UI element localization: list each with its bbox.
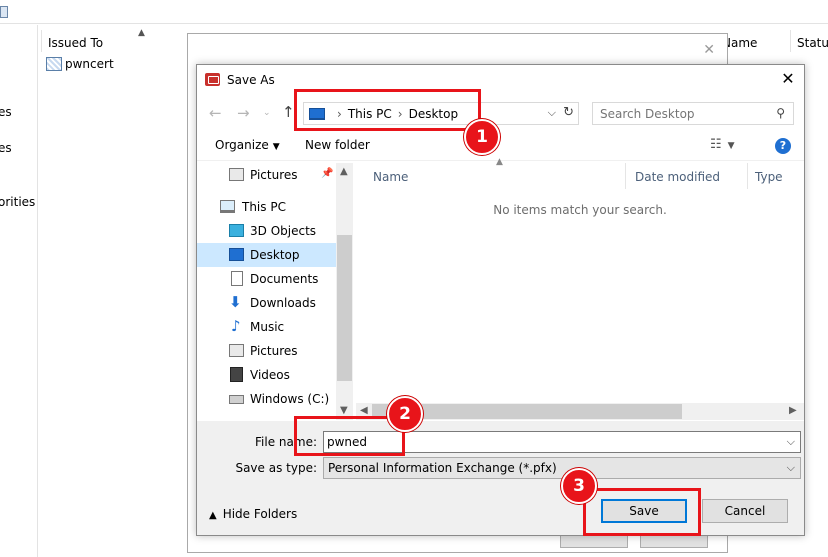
highlight-box-save (583, 488, 701, 536)
close-button[interactable]: ✕ (778, 69, 798, 89)
back-arrow-icon[interactable]: ← (209, 104, 222, 122)
chevron-down-icon[interactable]: ⌵ (787, 435, 795, 449)
console-toolbar (0, 0, 828, 24)
nav-item-this-pc[interactable]: This PC (197, 195, 336, 219)
nav-item-windows-c[interactable]: Windows (C:) (197, 387, 336, 411)
nav-item-documents[interactable]: Documents (197, 267, 336, 291)
scroll-up-icon[interactable]: ▲ (340, 166, 348, 177)
view-options-button[interactable]: ☷ ▼ (710, 137, 735, 152)
save-as-dialog: Save As ✕ ← → ⌄ ↑ › This PC › Desktop ⌵ … (196, 64, 805, 536)
chevron-up-icon: ▲ (209, 510, 217, 521)
scroll-left-icon[interactable]: ◀ (360, 405, 368, 416)
documents-icon (231, 271, 243, 286)
navigation-pane-scrollbar[interactable]: ▲ ▼ (336, 163, 353, 420)
this-pc-icon (220, 200, 235, 213)
details-view-icon: ☷ (710, 137, 722, 152)
music-icon: ♪ (231, 317, 241, 335)
console-toolbar-icon[interactable] (0, 6, 8, 18)
column-header-status[interactable]: Status (797, 36, 828, 50)
nav-item-desktop[interactable]: Desktop (197, 243, 336, 267)
nav-item-music[interactable]: ♪ Music (197, 315, 336, 339)
chevron-down-icon[interactable]: ⌵ (548, 106, 556, 120)
save-as-type-select[interactable]: Personal Information Exchange (*.pfx) ⌵ (323, 457, 801, 479)
step-badge-2: 2 (387, 396, 423, 432)
cancel-button[interactable]: Cancel (702, 499, 788, 523)
navigation-pane: Pictures 📌 This PC 3D Objects Desktop Do… (197, 163, 354, 420)
caret-down-icon: ▼ (272, 142, 280, 152)
videos-icon (230, 367, 243, 382)
column-header-issued-to[interactable]: Issued To (48, 36, 103, 50)
drive-icon (229, 395, 244, 404)
column-header-type[interactable]: Type (738, 163, 798, 189)
nav-item-3d-objects[interactable]: 3D Objects (197, 219, 336, 243)
nav-item-label: This PC (242, 200, 286, 214)
certificate-row[interactable]: pwncert (46, 55, 114, 73)
file-list: Name ▲ Date modified Type No items match… (356, 157, 804, 403)
nav-item-pictures-quick[interactable]: Pictures 📌 (197, 163, 336, 187)
column-separator (790, 30, 791, 52)
pin-icon[interactable]: 📌 (321, 168, 333, 179)
navigation-bar: ← → ⌄ ↑ › This PC › Desktop ⌵ ↻ ⚲ (197, 97, 804, 129)
highlight-box-address (294, 89, 481, 131)
scroll-down-icon[interactable]: ▼ (340, 405, 348, 416)
refresh-icon[interactable]: ↻ (563, 105, 574, 120)
search-box[interactable]: ⚲ (592, 102, 794, 125)
hide-folders-button[interactable]: ▲ Hide Folders (209, 507, 297, 521)
scrollbar-thumb[interactable] (337, 235, 352, 381)
pictures-icon (229, 344, 244, 357)
nav-item-label: Documents (250, 272, 319, 286)
help-icon[interactable]: ? (775, 138, 791, 154)
file-list-horizontal-scrollbar[interactable]: ◀ ▶ (356, 403, 804, 420)
organize-menu[interactable]: Organize ▼ (215, 138, 280, 152)
close-icon: ✕ (781, 69, 795, 88)
nav-item-label: 3D Objects (250, 224, 317, 238)
sort-caret-icon: ▲ (138, 28, 145, 38)
desktop-icon (229, 248, 244, 261)
certificate-icon (46, 57, 62, 71)
save-form: File name: ⌵ Save as type: Personal Info… (197, 421, 804, 535)
close-icon[interactable]: ✕ (703, 42, 715, 58)
caret-down-icon: ▼ (727, 141, 735, 151)
nav-item-label: Videos (250, 368, 290, 382)
new-folder-button[interactable]: New folder (305, 138, 370, 152)
search-icon[interactable]: ⚲ (776, 106, 785, 120)
sort-caret-icon: ▲ (496, 157, 503, 167)
nav-item-label: Windows (C:) (250, 392, 330, 406)
tree-item-fragment[interactable]: es (0, 141, 12, 155)
save-as-type-value: Personal Information Exchange (*.pfx) (328, 461, 557, 475)
3d-objects-icon (229, 224, 244, 237)
nav-item-label: Desktop (250, 248, 300, 262)
scroll-right-icon[interactable]: ▶ (789, 405, 797, 416)
up-arrow-icon[interactable]: ↑ (282, 103, 295, 121)
nav-item-pictures[interactable]: Pictures (197, 339, 336, 363)
nav-item-videos[interactable]: Videos (197, 363, 336, 387)
dialog-title: Save As (227, 73, 275, 87)
save-as-type-label: Save as type: (235, 461, 317, 475)
nav-item-label: Pictures (250, 344, 298, 358)
tree-item-fragment[interactable]: orities (0, 195, 35, 209)
nav-item-label: Pictures (250, 168, 298, 182)
forward-arrow-icon[interactable]: → (237, 104, 250, 122)
chevron-down-icon[interactable]: ⌵ (787, 461, 795, 475)
step-badge-3: 3 (561, 468, 597, 504)
dialog-titlebar: Save As ✕ (197, 65, 804, 95)
step-badge-1: 1 (464, 119, 500, 155)
nav-item-label: Music (250, 320, 285, 334)
downloads-icon: ⬇ (229, 293, 242, 311)
pictures-icon (229, 168, 244, 181)
column-header-date-modified[interactable]: Date modified (618, 163, 738, 189)
recent-locations-chevron-icon[interactable]: ⌄ (263, 108, 271, 118)
column-separator (41, 30, 42, 52)
nav-item-label: Downloads (250, 296, 316, 310)
console-tree-pane: es es orities (0, 25, 38, 557)
certificate-issued-to: pwncert (65, 57, 114, 71)
nav-item-downloads[interactable]: ⬇ Downloads (197, 291, 336, 315)
column-header-name[interactable]: Name (356, 163, 616, 189)
certificate-export-icon (205, 73, 220, 86)
search-input[interactable] (600, 106, 770, 121)
empty-list-message: No items match your search. (493, 203, 667, 217)
hide-folders-label: Hide Folders (222, 507, 298, 521)
organize-label: Organize (215, 138, 269, 152)
tree-item-fragment[interactable]: es (0, 105, 12, 119)
